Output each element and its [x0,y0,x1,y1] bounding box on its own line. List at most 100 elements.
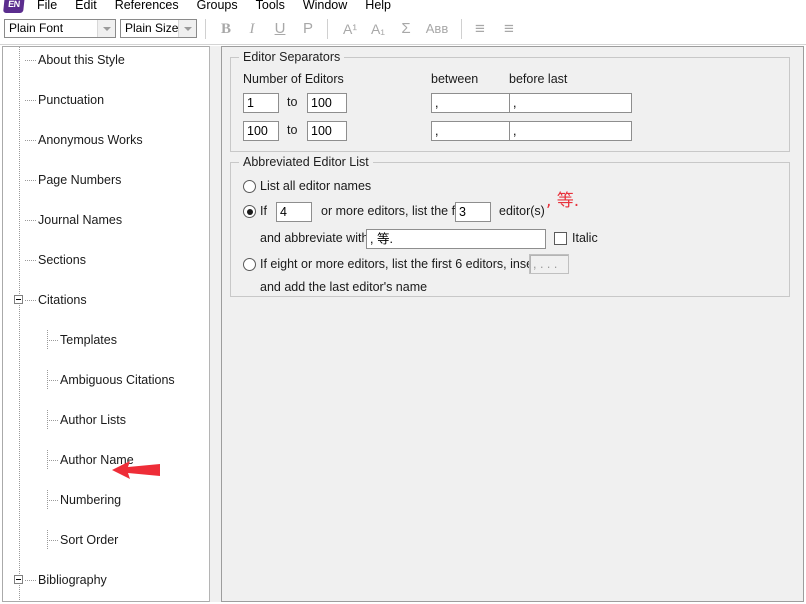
to-label-row1: to [287,95,298,109]
superscript-button[interactable]: A¹ [338,17,362,41]
tree-node[interactable]: Ambiguous Citations [3,370,209,390]
font-family-value: Plain Font [9,21,64,35]
menu-item-file[interactable]: File [28,0,66,14]
align-left-button[interactable]: ≡ [468,17,492,41]
editors-from-input-row2[interactable]: 100 [243,121,279,141]
tree-connector-line [25,300,36,301]
label-if-middle: or more editors, list the first [321,204,472,218]
tree-node[interactable]: Numbering [3,490,209,510]
subscript-button[interactable]: A₁ [366,17,390,41]
plain-button[interactable]: P [296,17,320,41]
tree-connector-line [25,220,36,221]
tree-node[interactable]: Author Name [3,450,209,470]
tree-node-label: Citations [38,293,87,307]
tree-connector-line [47,340,58,341]
before-last-input-row2[interactable]: , [509,121,632,141]
between-header: between [431,72,479,86]
menu-item-help[interactable]: Help [356,0,400,14]
first-count-input[interactable]: 3 [455,202,491,222]
splitter-line [209,46,210,602]
formatting-toolbar: Plain Font Plain Size B I U P A¹ A₁ Σ Aʙ… [0,15,806,45]
bold-button[interactable]: B [214,17,238,41]
tree-connector-line [25,260,36,261]
tree-node[interactable]: Journal Names [3,210,209,230]
tree-node-label: Punctuation [38,93,105,107]
editor-separators-title: Editor Separators [239,50,345,64]
menu-item-edit[interactable]: Edit [66,0,106,14]
tree-node[interactable]: Anonymous Works [3,130,209,150]
editor-separators-group: Editor Separators Number of Editors betw… [230,50,790,152]
panel-splitter[interactable] [209,46,221,602]
sigma-button[interactable]: Σ [394,17,418,41]
tree-node[interactable]: Bibliography [3,570,209,590]
tree-branch-line [47,330,48,350]
abbreviated-editor-list-group: Abbreviated Editor List List all editor … [230,155,790,297]
editors-from-input-row1[interactable]: 1 [243,93,279,113]
to-label-row2: to [287,123,298,137]
radio-list-all-editor-names[interactable] [243,180,256,193]
tree-node[interactable]: Templates [3,330,209,350]
toolbar-divider [327,19,328,39]
tree-node-label: Sections [38,253,86,267]
italic-checkbox[interactable] [554,232,567,245]
editors-to-input-row1[interactable]: 100 [307,93,347,113]
tree-node-label: Ambiguous Citations [60,373,175,387]
tree-connector-line [47,500,58,501]
tree-node-label: Page Numbers [38,173,122,187]
number-of-editors-header: Number of Editors [243,72,344,86]
tree-branch-line [47,370,48,390]
menu-item-tools[interactable]: Tools [247,0,294,14]
tree-collapse-icon[interactable] [14,295,23,304]
font-size-dropdown[interactable]: Plain Size [120,19,197,38]
endnote-logo: EN [3,0,25,13]
abbreviate-with-input[interactable]: , 等. [366,229,546,249]
italic-button[interactable]: I [240,17,264,41]
insert-value-input: , . . . [529,254,569,274]
tree-node[interactable]: Page Numbers [3,170,209,190]
editors-to-input-row2[interactable]: 100 [307,121,347,141]
editor-lists-settings-panel: Editor Separators Number of Editors betw… [221,46,804,602]
abbreviated-editor-list-title: Abbreviated Editor List [239,155,373,169]
before-last-input-row1[interactable]: , [509,93,632,113]
tree-collapse-icon[interactable] [14,575,23,584]
align-right-button[interactable]: ≡ [497,17,521,41]
radio-if-eight-editors[interactable] [243,258,256,271]
chevron-down-icon[interactable] [97,20,115,37]
menu-item-references[interactable]: References [106,0,188,14]
tree-node[interactable]: Sections [3,250,209,270]
between-input-row1[interactable]: , [431,93,514,113]
red-arrow-annotation [112,461,160,479]
style-sections-tree[interactable]: About this Style Punctuation Anonymous Wor… [2,46,209,602]
chevron-down-icon[interactable] [178,20,196,37]
tree-connector-line [25,180,36,181]
label-abbreviate-with: and abbreviate with: [260,231,372,245]
tree-node[interactable]: Sort Order [3,530,209,550]
tree-connector-line [25,60,36,61]
tree-connector-line [47,540,58,541]
tree-node[interactable]: Citations [3,290,209,310]
menu-item-groups[interactable]: Groups [188,0,247,14]
before-last-header: before last [509,72,568,86]
toolbar-divider [461,19,462,39]
label-if-prefix: If [260,204,267,218]
font-family-dropdown[interactable]: Plain Font [4,19,116,38]
menu-item-window[interactable]: Window [294,0,356,14]
tree-branch-line [47,490,48,510]
tree-node-label: Sort Order [60,533,119,547]
radio-if-threshold-editors[interactable] [243,205,256,218]
menu-bar: EN File Edit References Groups Tools Win… [0,0,806,15]
abc-button[interactable]: Aʙʙ [420,17,454,41]
label-list-all-editor-names: List all editor names [260,179,372,193]
between-input-row2[interactable]: , [431,121,514,141]
tree-connector-line [25,140,36,141]
tree-node-label: About this Style [38,53,125,67]
tree-nodes: About this Style Punctuation Anonymous Wor… [3,47,209,601]
threshold-editors-input[interactable]: 4 [276,202,312,222]
tree-node[interactable]: Author Lists [3,410,209,430]
tree-node-label: Journal Names [38,213,123,227]
underline-button[interactable]: U [268,17,292,41]
tree-node[interactable]: Punctuation [3,90,209,110]
tree-node[interactable]: About this Style [3,50,209,70]
menu-items: File Edit References Groups Tools Window… [28,0,400,14]
tree-connector-line [47,420,58,421]
